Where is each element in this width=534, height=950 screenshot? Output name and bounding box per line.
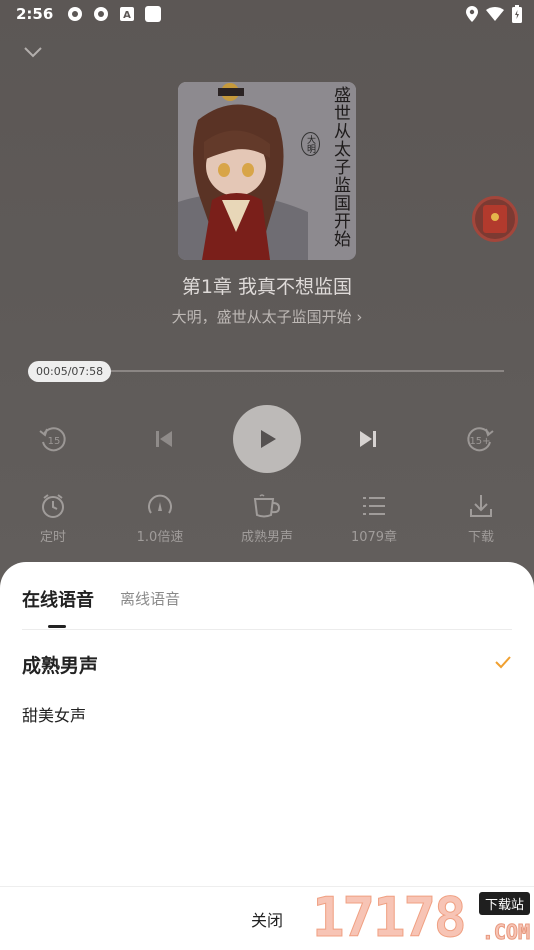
book-cover: 盛世从太子监国开始 大明 <box>178 82 356 260</box>
tab-online-voice[interactable]: 在线语音 <box>22 586 94 612</box>
speed-label: 1.0倍速 <box>136 530 184 545</box>
check-icon <box>494 654 512 673</box>
speed-button[interactable]: 1.0倍速 <box>120 492 200 545</box>
voice-option-label: 成熟男声 <box>22 654 99 677</box>
status-indicators <box>466 5 522 27</box>
voice-tabs: 在线语音 离线语音 <box>0 562 534 630</box>
forward-15-icon: 15+ <box>467 427 494 452</box>
battery-icon <box>512 5 522 27</box>
chapters-label: 1079章 <box>350 530 398 545</box>
voice-option-label: 甜美女声 <box>22 706 87 725</box>
play-icon <box>261 430 276 448</box>
voice-button[interactable]: 成熟男声 <box>227 492 307 545</box>
tab-offline-voice[interactable]: 离线语音 <box>120 588 180 609</box>
previous-chapter-button[interactable] <box>152 427 176 451</box>
timer-button[interactable]: 定时 <box>13 492 93 545</box>
voice-icon <box>227 492 307 520</box>
svg-text:A: A <box>123 10 131 21</box>
watermark-logo: 17178 下载站 .COM <box>312 886 532 950</box>
square-notification-icon <box>145 6 162 22</box>
voice-option-sweet-female[interactable]: 甜美女声 <box>22 694 512 734</box>
next-chapter-button[interactable] <box>356 427 380 451</box>
player-screen: 2:56 A 盛世从太子监国开始 大明 第1章 我真不想监国 大明，盛世从太子监… <box>0 0 534 580</box>
watermark-tag: 下载站 <box>478 892 530 915</box>
progress-thumb-time[interactable]: 00:05/07:58 <box>28 361 112 382</box>
next-icon <box>360 431 376 447</box>
timer-label: 定时 <box>39 530 66 545</box>
download-label: 下载 <box>467 530 494 545</box>
svg-text:15+: 15+ <box>469 436 490 447</box>
timer-icon <box>13 492 93 520</box>
red-packet-icon <box>483 205 507 233</box>
app-notification-icon <box>93 6 109 22</box>
play-button[interactable] <box>233 405 301 473</box>
location-icon <box>466 6 478 26</box>
chapter-title: 第1章 我真不想监国 <box>181 276 353 298</box>
forward-15-button[interactable]: 15+ <box>463 422 497 456</box>
status-time: 2:56 <box>16 5 54 23</box>
previous-icon <box>156 431 172 447</box>
player-tools: 定时 1.0倍速 成熟男声 1079章 下载 <box>0 492 534 548</box>
voice-option-mature-male[interactable]: 成熟男声 <box>22 644 512 684</box>
collapse-chevron-icon[interactable] <box>22 44 46 66</box>
playback-controls: 15 15+ <box>0 405 534 473</box>
tab-divider <box>22 629 512 630</box>
voice-label: 成熟男声 <box>240 530 293 545</box>
chapters-button[interactable]: 1079章 <box>334 492 414 545</box>
cover-title: 盛世从太子监国开始 <box>330 86 350 248</box>
download-icon <box>441 492 521 520</box>
app-notification-icon <box>67 6 83 22</box>
watermark-suffix: .COM <box>481 920 530 945</box>
status-bar: 2:56 A <box>0 0 534 28</box>
rewind-15-button[interactable]: 15 <box>36 422 70 456</box>
svg-text:15: 15 <box>48 436 61 447</box>
rewind-15-icon: 15 <box>39 427 66 452</box>
cover-badge: 大明 <box>301 132 320 156</box>
book-title-link[interactable]: 大明，盛世从太子监国开始 › <box>0 306 534 327</box>
tab-indicator <box>48 625 66 628</box>
wifi-icon <box>486 7 504 25</box>
font-notification-icon: A <box>119 6 135 22</box>
speed-icon <box>120 492 200 520</box>
download-button[interactable]: 下载 <box>441 492 521 545</box>
watermark-number: 17178 <box>312 886 468 950</box>
red-packet-button[interactable] <box>472 196 518 242</box>
chapters-icon <box>334 492 414 520</box>
